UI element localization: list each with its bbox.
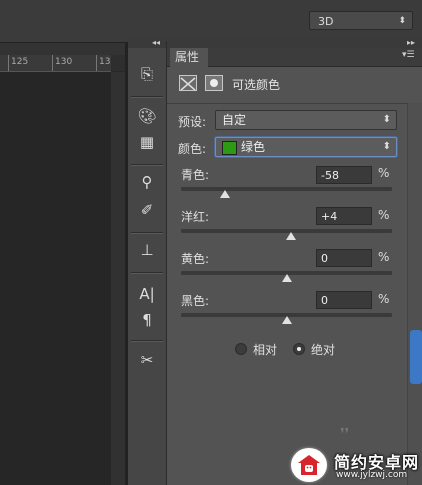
ruler-tick: 13 bbox=[99, 57, 111, 67]
history-icon[interactable]: ⎘ bbox=[134, 64, 160, 84]
yellow-slider-thumb[interactable] bbox=[281, 274, 292, 282]
panel-scrollbar[interactable] bbox=[407, 103, 422, 485]
relative-radio[interactable] bbox=[235, 343, 247, 355]
absolute-label: 绝对 bbox=[311, 343, 336, 357]
select-arrows-icon: ⬍ bbox=[382, 114, 391, 125]
panel-menu-icon[interactable]: ▾☰ bbox=[402, 50, 415, 60]
mask-icon[interactable] bbox=[205, 75, 223, 91]
magenta-unit: % bbox=[378, 208, 390, 222]
yellow-label: 黄色: bbox=[181, 252, 210, 266]
watermark-mark-icon: ❜❜ bbox=[340, 426, 350, 442]
collapse-left-icon[interactable]: ◂◂ bbox=[152, 38, 160, 47]
ruler-corner bbox=[111, 55, 125, 71]
clone-source-icon[interactable]: ⊥ bbox=[134, 240, 160, 260]
color-swatch bbox=[222, 140, 237, 155]
magenta-slider-thumb[interactable] bbox=[285, 232, 296, 240]
cyan-slider-track[interactable] bbox=[181, 187, 392, 191]
character-icon[interactable]: A| bbox=[134, 284, 160, 304]
dock-header[interactable]: ◂◂ bbox=[128, 38, 166, 48]
select-arrows-icon: ⬍ bbox=[398, 16, 406, 26]
magenta-value-field[interactable]: +4 bbox=[316, 207, 372, 225]
yellow-value-field[interactable]: 0 bbox=[316, 249, 372, 267]
brush-presets-icon[interactable]: ⚲ bbox=[134, 172, 160, 192]
ruler-tick: 125 bbox=[11, 57, 29, 67]
preset-select[interactable]: 自定 ⬍ bbox=[215, 110, 397, 130]
cyan-value-field[interactable]: -58 bbox=[316, 166, 372, 184]
yellow-unit: % bbox=[378, 250, 390, 264]
colors-select[interactable]: 绿色 ⬍ bbox=[215, 137, 397, 157]
canvas-vertical-scrollbar[interactable] bbox=[111, 72, 125, 485]
black-slider-thumb[interactable] bbox=[281, 316, 292, 324]
adjustment-icon[interactable] bbox=[179, 75, 197, 91]
preset-value: 自定 bbox=[222, 113, 247, 127]
cyan-slider-thumb[interactable] bbox=[220, 190, 231, 198]
adjustment-header bbox=[167, 67, 407, 104]
relative-label: 相对 bbox=[253, 343, 278, 357]
tools-icon[interactable]: ✂ bbox=[134, 350, 160, 370]
black-value-field[interactable]: 0 bbox=[316, 291, 372, 309]
watermark-url: www.jylzwj.com bbox=[336, 470, 408, 480]
black-unit: % bbox=[378, 292, 390, 306]
ruler-tick: 130 bbox=[55, 57, 73, 67]
document-tab-strip bbox=[0, 43, 125, 55]
tab-properties[interactable]: 属性 bbox=[170, 48, 208, 67]
absolute-radio[interactable] bbox=[293, 343, 305, 355]
select-arrows-icon: ⬍ bbox=[382, 141, 391, 152]
cyan-unit: % bbox=[378, 166, 390, 180]
brush-icon[interactable]: ✐ bbox=[134, 200, 160, 220]
panel-header[interactable]: ▸▸ bbox=[167, 38, 422, 48]
cyan-label: 青色: bbox=[181, 168, 210, 182]
adjustment-title: 可选颜色 bbox=[232, 78, 281, 92]
workspace-value: 3D bbox=[318, 15, 334, 28]
collapse-right-icon[interactable]: ▸▸ bbox=[407, 38, 415, 47]
colors-value: 绿色 bbox=[241, 140, 266, 154]
swatches-icon[interactable]: ▦ bbox=[134, 132, 160, 152]
preset-label: 预设: bbox=[178, 115, 207, 129]
black-label: 黑色: bbox=[181, 294, 210, 308]
colors-label: 颜色: bbox=[178, 142, 207, 156]
magenta-label: 洋红: bbox=[181, 210, 210, 224]
paragraph-icon[interactable]: ¶ bbox=[134, 310, 160, 330]
tab-label: 属性 bbox=[175, 50, 200, 64]
android-logo-icon bbox=[291, 448, 327, 482]
horizontal-ruler[interactable]: 125 130 13 bbox=[0, 55, 111, 72]
workspace-select[interactable]: 3D ⬍ bbox=[309, 11, 413, 30]
panel-scroll-thumb[interactable] bbox=[410, 330, 422, 384]
palette-icon[interactable]: 🎨︎ bbox=[134, 106, 160, 126]
document-canvas[interactable] bbox=[0, 72, 111, 485]
